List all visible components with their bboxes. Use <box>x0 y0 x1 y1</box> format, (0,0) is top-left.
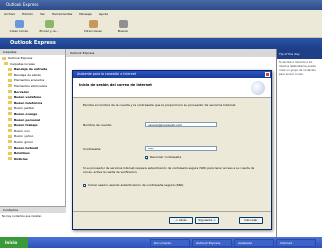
account-label: Nombre de cuenta: <box>83 123 112 127</box>
right-panel-text: Si escribe a menudo a los mismos destina… <box>279 61 316 76</box>
folder-label: Buzon orange <box>14 111 38 116</box>
folder-label: Buzon yahoo <box>14 134 34 139</box>
taskbar-item[interactable]: Outlook Express <box>192 238 232 247</box>
folder-icon <box>8 157 12 161</box>
folder-icon <box>8 134 12 138</box>
folder-icon <box>8 118 12 122</box>
folder-icon <box>8 106 12 110</box>
folder-label: Buzon gmail <box>14 139 33 144</box>
folder-icon <box>8 90 12 94</box>
contacts-pane: Contactos No hay contactos que mostrar. <box>0 206 66 237</box>
menu-bar: Archivo Edición Ver Herramientas Mensaje… <box>0 10 322 18</box>
folder-label: Buzon trabajo <box>14 123 38 128</box>
close-icon[interactable] <box>265 72 270 77</box>
menu-message[interactable]: Mensaje <box>79 12 91 16</box>
back-button[interactable]: < Atrás <box>169 217 193 224</box>
send-receive-button[interactable]: Enviar y re... <box>36 20 62 36</box>
folder-icon <box>8 73 12 77</box>
folder-label: Buzon personal <box>14 117 41 122</box>
taskbar-item[interactable]: Internet <box>276 238 316 247</box>
wizard-intro: Escriba el nombre de la cuenta y la cont… <box>83 103 237 107</box>
next-button[interactable]: Siguiente > <box>195 217 219 224</box>
folder-icon <box>8 140 12 144</box>
folder-label: Bandeja de entrada <box>14 67 48 72</box>
folder-label: Boletines <box>14 151 30 156</box>
menu-file[interactable]: Archivo <box>4 12 15 16</box>
spa-note: Si su proveedor de servicios Internet re… <box>83 166 255 174</box>
wizard-header: Inicio de sesión del correo de Internet <box>73 78 271 98</box>
taskbar-item[interactable]: Documento <box>150 238 190 247</box>
folder-label: Buzon hotmail <box>14 145 39 150</box>
folder-label: Elementos eliminados <box>14 83 48 88</box>
folder-icon <box>8 151 12 155</box>
addresses-button[interactable]: Direcciones <box>80 20 106 36</box>
start-button[interactable]: Inicio <box>0 237 28 248</box>
folder-icon <box>8 67 12 71</box>
window-title: Outlook Express <box>6 2 39 7</box>
spa-label: Iniciar sesión usando autenticación de c… <box>88 183 184 187</box>
menu-help[interactable]: Ayuda <box>99 12 108 16</box>
menu-edit[interactable]: Edición <box>22 12 33 16</box>
folder-icon <box>8 146 12 149</box>
wizard-globe-icon <box>251 81 265 95</box>
contacts-empty-text: No hay contactos que mostrar. <box>2 215 42 218</box>
folder-label: Noticias <box>14 156 28 161</box>
folder-label: Buzon ono <box>14 128 30 133</box>
folder-label: Bandeja de salida <box>14 72 41 77</box>
right-panel: Tip of the day Si escribe a menudo a los… <box>276 49 322 237</box>
taskbar: Inicio Documento Outlook Express Asisten… <box>0 237 322 248</box>
send-receive-icon <box>44 20 54 28</box>
menu-tools[interactable]: Herramientas <box>52 12 72 16</box>
folder-icon <box>8 101 12 105</box>
password-field[interactable]: **** <box>145 146 217 151</box>
wizard-title: Asistente para la conexión a Internet <box>77 72 136 76</box>
cancel-button[interactable]: Cancelar <box>239 217 263 224</box>
folder-label: Buzon vodafone <box>14 95 42 100</box>
folder-label: Buzon telefonica <box>14 100 43 105</box>
folder-icon <box>8 78 12 82</box>
remember-password-row[interactable]: ✓Recordar contraseña <box>145 155 182 161</box>
folder-label: Buzon jazztel <box>14 106 34 111</box>
create-mail-button[interactable]: Crear correo <box>6 20 32 36</box>
wizard-heading: Inicio de sesión del correo de Internet <box>79 83 152 87</box>
connection-wizard-dialog: Asistente para la conexión a Internet In… <box>72 70 272 230</box>
folder-label: Carpetas locales <box>10 61 35 66</box>
spa-checkbox[interactable] <box>83 183 86 187</box>
window-title-bar: Outlook Express <box>0 0 322 10</box>
account-name-field[interactable]: usuario@proveedor.com <box>145 122 217 127</box>
menu-view[interactable]: Ver <box>40 12 45 16</box>
wizard-title-bar: Asistente para la conexión a Internet <box>73 71 271 78</box>
folder-icon <box>8 123 12 127</box>
folder-tree: Outlook Express Carpetas locales Bandeja d… <box>0 55 65 163</box>
password-label: Contraseña: <box>83 147 102 151</box>
address-book-icon <box>88 20 98 28</box>
find-icon <box>118 20 128 28</box>
folder-icon <box>8 129 12 133</box>
spa-row[interactable]: Iniciar sesión usando autenticación de c… <box>83 183 183 187</box>
folder-icon <box>4 62 8 66</box>
remember-password-checkbox[interactable]: ✓ <box>145 155 149 161</box>
find-button[interactable]: Buscar <box>110 20 136 36</box>
folder-label: Outlook Express <box>8 56 33 60</box>
folder-icon <box>2 56 6 60</box>
taskbar-item[interactable]: Asistente <box>234 238 274 247</box>
app-header: Outlook Express <box>0 38 322 49</box>
folder-icon <box>8 84 12 88</box>
remember-password-label: Recordar contraseña <box>150 155 182 159</box>
wizard-divider <box>73 211 271 212</box>
folder-item[interactable]: Noticias <box>2 157 63 163</box>
main-pane-header: Outlook Express <box>66 49 276 57</box>
right-panel-header: Tip of the day <box>277 49 322 59</box>
folder-icon <box>8 95 12 99</box>
folder-label: Borrador <box>14 89 30 94</box>
folder-icon <box>8 112 12 116</box>
folder-label: Elementos enviados <box>14 78 45 83</box>
toolbar: Crear correo Enviar y re... Direcciones … <box>0 18 322 38</box>
app-header-title: Outlook Express <box>10 40 56 46</box>
new-mail-icon <box>14 20 24 28</box>
